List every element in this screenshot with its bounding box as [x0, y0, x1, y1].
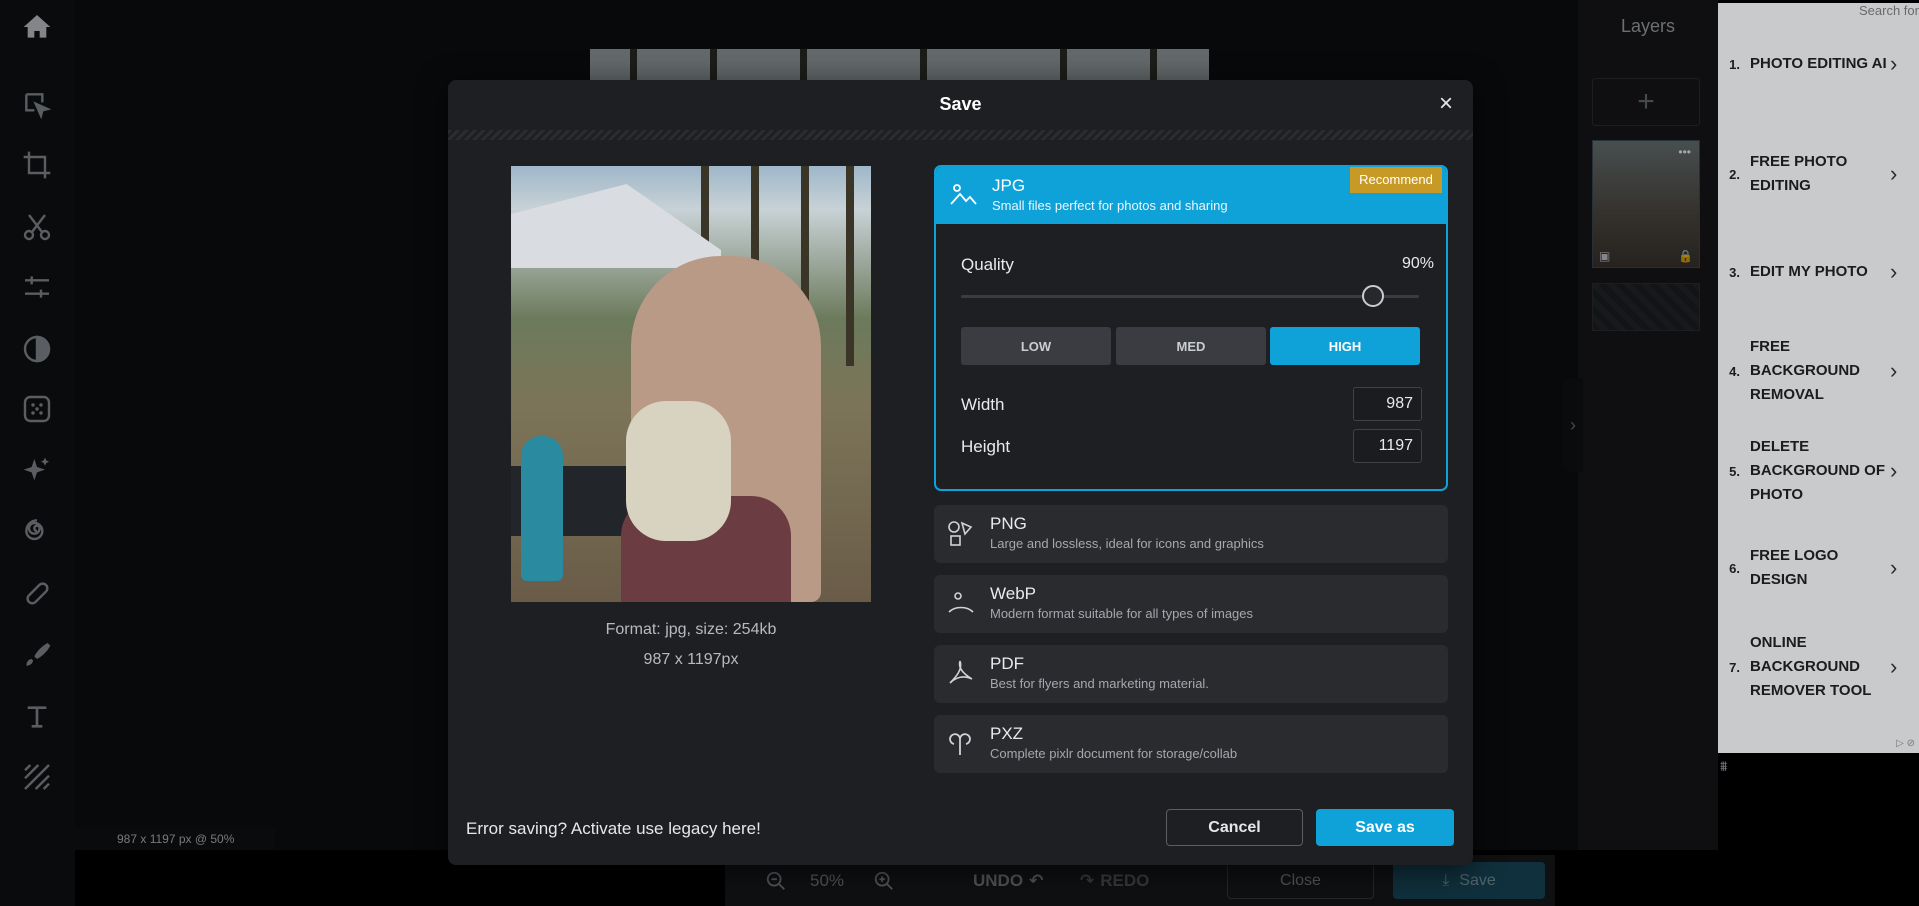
ad-item-number: 1.	[1729, 56, 1740, 72]
chevron-right-icon: ›	[1890, 358, 1898, 383]
ad-item-label: FREE BACKGROUND REMOVAL	[1750, 338, 1860, 403]
ad-item[interactable]: 7. ONLINE BACKGROUND REMOVER TOOL ›	[1718, 631, 1919, 703]
ad-item[interactable]: 1. PHOTO EDITING AI ›	[1718, 51, 1919, 77]
ad-panel: Search for 1. PHOTO EDITING AI › 2. FREE…	[1718, 3, 1919, 753]
format-option-png[interactable]: PNG Large and lossless, ideal for icons …	[934, 505, 1448, 563]
legacy-save-link[interactable]: Error saving? Activate use legacy here!	[466, 819, 761, 839]
cancel-button[interactable]: Cancel	[1166, 809, 1303, 846]
ad-item-label: PHOTO EDITING AI	[1750, 55, 1887, 72]
ad-item[interactable]: 6. FREE LOGO DESIGN ›	[1718, 544, 1919, 592]
format-option-webp[interactable]: WebP Modern format suitable for all type…	[934, 575, 1448, 633]
chevron-right-icon: ›	[1890, 458, 1898, 483]
preview-info: Format: jpg, size: 254kb 987 x 1197px	[511, 615, 871, 675]
ad-item[interactable]: 3. EDIT MY PHOTO ›	[1718, 259, 1919, 285]
ad-search-label[interactable]: Search for	[1859, 3, 1919, 18]
ad-filter-icon[interactable]: ⩩	[1720, 758, 1727, 775]
format-description: Best for flyers and marketing material.	[990, 676, 1209, 691]
chevron-right-icon: ›	[1890, 259, 1898, 284]
dialog-divider	[448, 130, 1473, 140]
shapes-icon	[946, 518, 976, 548]
format-option-jpg: JPG Small files perfect for photos and s…	[934, 165, 1448, 491]
preview-format-size: Format: jpg, size: 254kb	[605, 621, 777, 638]
chevron-right-icon: ›	[1890, 654, 1898, 679]
ad-item-number: 7.	[1729, 659, 1740, 675]
format-description: Small files perfect for photos and shari…	[992, 198, 1228, 213]
ad-item-label: FREE LOGO DESIGN	[1750, 547, 1839, 588]
save-as-button[interactable]: Save as	[1316, 809, 1454, 846]
ad-choices-icon[interactable]: ▷ ⊘	[1896, 738, 1915, 749]
quality-high-button[interactable]: HIGH	[1270, 327, 1420, 365]
format-name: PXZ	[990, 724, 1024, 743]
ad-item-label: ONLINE BACKGROUND REMOVER TOOL	[1750, 634, 1872, 699]
ad-item-number: 4.	[1729, 363, 1740, 379]
chevron-right-icon: ›	[1890, 51, 1898, 76]
width-input[interactable]	[1353, 387, 1422, 421]
ad-item-label: EDIT MY PHOTO	[1750, 263, 1868, 280]
chevron-right-icon: ›	[1890, 555, 1898, 580]
ad-item[interactable]: 2. FREE PHOTO EDITING ›	[1718, 150, 1919, 198]
photo-mountain-icon	[948, 180, 978, 210]
save-dialog: Save × Format: jpg, size: 254kb 987 x 11…	[448, 80, 1473, 865]
recommend-badge: Recommend	[1350, 167, 1442, 193]
format-name: WebP	[990, 584, 1036, 603]
ad-item[interactable]: 4. FREE BACKGROUND REMOVAL ›	[1718, 335, 1919, 407]
format-description: Large and lossless, ideal for icons and …	[990, 536, 1264, 551]
ad-item-number: 2.	[1729, 166, 1740, 182]
quality-slider-track[interactable]	[961, 295, 1419, 298]
width-label: Width	[961, 395, 1005, 414]
quality-slider-handle[interactable]	[1362, 285, 1385, 307]
format-name: PDF	[990, 654, 1024, 673]
ad-item-label: DELETE BACKGROUND OF PHOTO	[1750, 438, 1885, 503]
ad-item-number: 5.	[1729, 463, 1740, 479]
format-option-pxz[interactable]: PXZ Complete pixlr document for storage/…	[934, 715, 1448, 773]
ad-item[interactable]: 5. DELETE BACKGROUND OF PHOTO ›	[1718, 435, 1919, 507]
height-label: Height	[961, 437, 1011, 456]
dialog-title: Save	[939, 94, 982, 114]
ad-item-number: 3.	[1729, 264, 1740, 280]
preview-image	[511, 166, 871, 602]
pdf-icon	[946, 658, 976, 688]
webp-icon	[946, 588, 976, 618]
format-option-pdf[interactable]: PDF Best for flyers and marketing materi…	[934, 645, 1448, 703]
preview-dimensions: 987 x 1197px	[643, 651, 739, 668]
close-icon[interactable]: ×	[1435, 92, 1457, 116]
quality-value: 90%	[1401, 255, 1434, 272]
format-description: Complete pixlr document for storage/coll…	[990, 746, 1238, 761]
quality-low-button[interactable]: LOW	[961, 327, 1111, 365]
format-name: JPG	[992, 176, 1026, 195]
pxz-icon	[946, 728, 976, 758]
height-input[interactable]	[1353, 429, 1422, 463]
ad-item-number: 6.	[1729, 560, 1740, 576]
chevron-right-icon: ›	[1890, 161, 1898, 186]
dialog-header: Save ×	[448, 80, 1473, 130]
quality-label: Quality	[961, 255, 1014, 274]
format-name: PNG	[990, 514, 1027, 533]
ad-item-label: FREE PHOTO EDITING	[1750, 153, 1848, 194]
format-description: Modern format suitable for all types of …	[990, 606, 1254, 621]
jpg-option-header[interactable]: JPG Small files perfect for photos and s…	[936, 167, 1446, 224]
quality-med-button[interactable]: MED	[1116, 327, 1266, 365]
